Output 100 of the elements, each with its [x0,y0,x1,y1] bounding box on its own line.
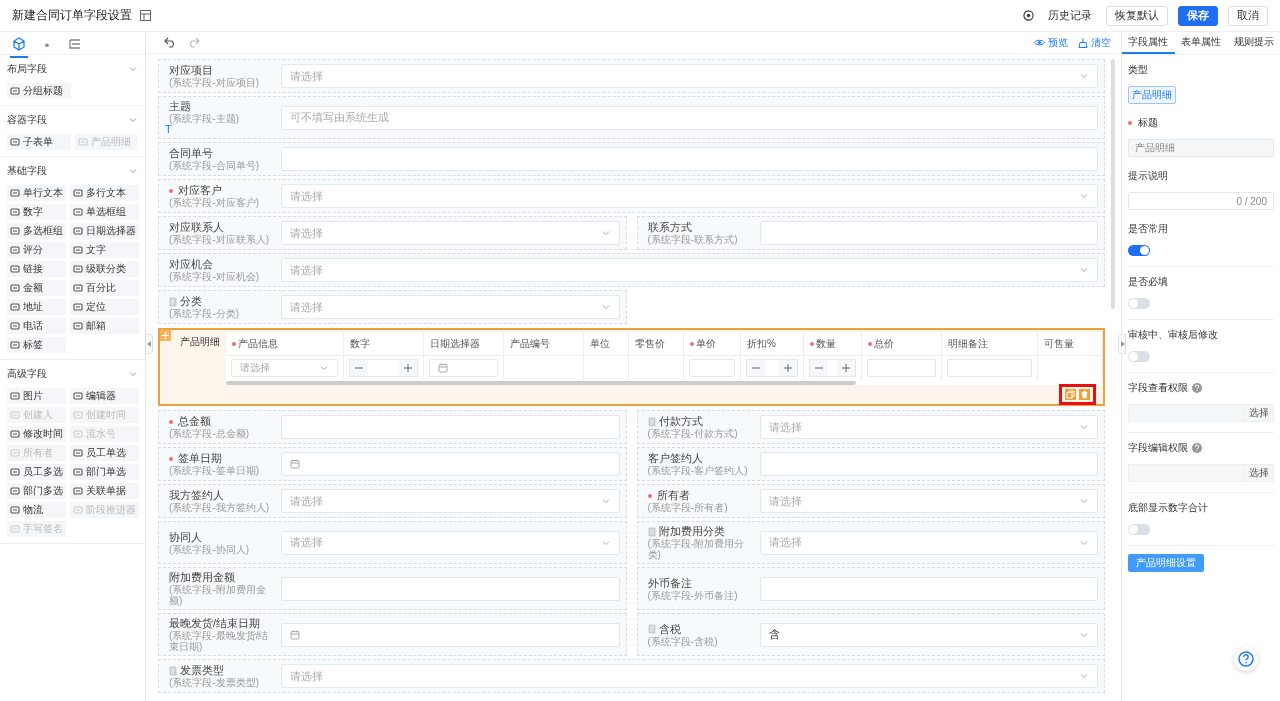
copy-icon[interactable] [1065,389,1076,400]
input-field[interactable] [759,452,1098,476]
field-type-item[interactable]: 数字 [7,204,66,220]
input-field[interactable] [867,359,936,377]
minus-icon[interactable] [747,360,765,376]
field-card[interactable]: 联系方式 (系统字段-联系方式) [636,216,1105,250]
plus-icon[interactable] [399,360,417,376]
field-type-item[interactable]: 定位 [70,299,139,315]
header-button[interactable]: 恢复默认 [1106,5,1168,26]
field-type-item[interactable]: 多选框组 [7,223,66,239]
field-type-item[interactable]: 修改时间 [7,426,66,442]
select-button[interactable]: 选择 [1244,464,1274,482]
input-field[interactable] [281,415,620,439]
field-card[interactable]: 我方签约人 (系统字段-我方签约人) 请选择 [158,484,627,518]
field-type-item[interactable]: 员工单选 [70,445,139,461]
chevron-icon[interactable] [128,64,138,74]
minus-icon[interactable] [810,360,828,376]
minus-icon[interactable] [350,360,368,376]
collapse-handle[interactable] [145,334,153,354]
field-card[interactable]: 对应客户 (系统字段-对应客户) 请选择 [158,179,1105,213]
toggle-switch[interactable] [1128,245,1150,256]
product-table-card[interactable]: 产品明细 产品信息 数字 日期选择器 产品编号 单位 零售价 单价 折扣% 数量 总价 明细备注 可售量 请选择 [158,328,1105,406]
layout-icon[interactable] [140,10,151,21]
sidebar-tab[interactable] [10,36,28,58]
field-type-item[interactable]: 标签 [7,337,66,353]
save-button[interactable]: 保存 [1178,5,1218,26]
scrollbar[interactable] [1111,59,1115,309]
field-card[interactable]: 对应项目 (系统字段-对应项目) 请选择 [158,59,1105,93]
number-stepper[interactable] [746,359,798,377]
field-card[interactable]: 含税 (系统字段-含税) 含 [636,613,1105,656]
field-card[interactable]: 签单日期 (系统字段-签单日期) [158,447,627,481]
field-card[interactable]: 对应机会 (系统字段-对应机会) 请选择 [158,253,1105,287]
date-field[interactable] [281,622,620,647]
field-card[interactable]: 外币备注 (系统字段-外币备注) [636,567,1105,610]
collapse-handle[interactable] [1118,334,1126,354]
field-type-item[interactable]: 部门单选 [70,464,139,480]
field-type-item[interactable]: 文字 [70,242,139,258]
input-field[interactable] [689,359,735,377]
toggle-switch[interactable] [1128,298,1150,309]
help-button[interactable] [1234,647,1258,671]
field-card[interactable]: 发票类型 (系统字段-发票类型) 请选择 [158,659,1105,693]
field-type-item[interactable]: 部门多选 [7,483,66,499]
field-type-item[interactable]: 单行文本 [7,185,66,201]
field-type-item[interactable]: 物流 [7,502,66,518]
field-card[interactable]: 客户签约人 (系统字段-客户签约人) [636,447,1105,481]
field-card[interactable]: 最晚发货/结束日期 (系统字段-最晚发货/结束日期) [158,613,627,656]
plus-icon[interactable] [779,360,797,376]
scrollbar[interactable] [226,381,856,385]
field-card[interactable]: 协同人 (系统字段-协同人) 请选择 [158,521,627,564]
field-type-item[interactable]: 分组标题 [7,83,71,99]
field-card[interactable]: 附加费用分类 (系统字段-附加费用分类) 请选择 [636,521,1105,564]
input-field[interactable] [947,359,1032,377]
input-field[interactable] [759,221,1098,245]
clear-link[interactable]: 清空 [1078,35,1111,50]
field-card[interactable]: 合同单号 (系统字段-合同单号) [158,142,1105,176]
field-type-item[interactable]: 图片 [7,388,66,404]
field-type-item[interactable]: 多行文本 [70,185,139,201]
toggle-switch[interactable] [1128,524,1150,535]
plus-icon[interactable] [837,360,855,376]
header-button[interactable]: 取消 [1228,5,1268,26]
number-stepper[interactable] [809,359,856,377]
chevron-icon[interactable] [128,115,138,125]
field-type-item[interactable]: 编辑器 [70,388,139,404]
field-card[interactable]: 对应联系人 (系统字段-对应联系人) 请选择 [158,216,627,250]
field-type-item[interactable]: 评分 [7,242,66,258]
target-icon[interactable] [1023,10,1034,21]
hint-field[interactable]: 0 / 200 [1128,192,1274,210]
field-card[interactable]: 分类 (系统字段-分类) 请选择 [158,290,627,324]
field-card[interactable]: 主题 (系统字段-主题) T 可不填写由系统生成 [158,96,1105,139]
panel-tab[interactable]: 字段属性 [1122,32,1175,54]
undo-icon[interactable] [164,37,177,48]
field-type-item[interactable]: 链接 [7,261,66,277]
help-icon[interactable] [1192,383,1202,393]
field-type-item[interactable]: 电话 [7,318,66,334]
field-type-item[interactable]: 子表单 [7,134,71,150]
field-type-item[interactable]: 金额 [7,280,66,296]
input-field[interactable] [281,576,620,601]
select-field[interactable]: 含 [759,622,1098,647]
date-field[interactable] [429,359,498,377]
panel-tab[interactable]: 表单属性 [1174,32,1228,54]
input-field[interactable] [759,576,1098,601]
redo-icon[interactable] [187,37,200,48]
field-type-item[interactable]: 邮箱 [70,318,139,334]
field-type-item[interactable]: 关联单据 [70,483,139,499]
field-card[interactable]: 所有者 (系统字段-所有者) 请选择 [636,484,1105,518]
chevron-icon[interactable] [128,369,138,379]
field-card[interactable]: 付款方式 (系统字段-付款方式) 请选择 [636,410,1105,444]
field-type-item[interactable]: 级联分类 [70,261,139,277]
chevron-icon[interactable] [128,166,138,176]
history-link[interactable]: 历史记录 [1044,8,1096,23]
input-field[interactable] [281,147,1098,171]
field-type-item[interactable]: 单选框组 [70,204,139,220]
select-button[interactable]: 选择 [1244,404,1274,422]
field-card[interactable]: 总金额 (系统字段-总金额) [158,410,627,444]
field-type-item[interactable]: 员工多选 [7,464,66,480]
field-type-item[interactable]: 地址 [7,299,66,315]
field-type-item[interactable]: 百分比 [70,280,139,296]
delete-icon[interactable] [1079,389,1090,400]
panel-tab[interactable]: 规则提示 [1227,32,1280,54]
number-stepper[interactable] [349,359,418,377]
